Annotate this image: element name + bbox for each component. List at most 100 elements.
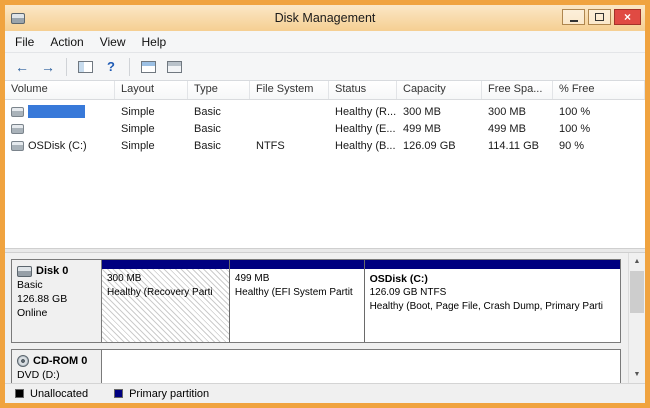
disk-0-partitions: 300 MB Healthy (Recovery Parti 499 MB He…	[102, 260, 620, 342]
partition-recovery[interactable]: 300 MB Healthy (Recovery Parti	[102, 260, 229, 342]
cd-icon	[17, 355, 29, 367]
free-space-cell: 114.11 GB	[482, 140, 553, 152]
status-cell: Healthy (E...	[329, 123, 397, 135]
volume-name-cell	[5, 105, 115, 118]
cdrom-media: DVD (D:)	[17, 369, 96, 383]
action-pane-button[interactable]	[163, 56, 185, 78]
pct-free-cell: 90 %	[553, 140, 645, 152]
scroll-down-button[interactable]: ▼	[629, 366, 645, 383]
cdrom-0-label[interactable]: CD-ROM 0 DVD (D:)	[12, 350, 102, 383]
primary-partition-swatch	[114, 389, 123, 398]
unallocated-swatch	[15, 389, 24, 398]
volume-name-cell: OSDisk (C:)	[5, 140, 115, 152]
scroll-up-button[interactable]: ▲	[629, 253, 645, 270]
vertical-scrollbar[interactable]: ▲ ▼	[628, 253, 645, 383]
status-cell: Healthy (R...	[329, 106, 397, 118]
column-header-layout[interactable]: Layout	[115, 81, 188, 99]
partition-info: OSDisk (C:) 126.09 GB NTFS Healthy (Boot…	[365, 269, 620, 342]
window-controls: ×	[562, 9, 641, 25]
forward-icon: →	[41, 60, 55, 74]
minimize-button[interactable]	[562, 9, 585, 25]
disk-management-window: Disk Management × File Action View Help …	[0, 0, 650, 408]
maximize-button[interactable]	[588, 9, 611, 25]
legend-bar: Unallocated Primary partition	[5, 383, 645, 403]
partition-info: 499 MB Healthy (EFI System Partit	[230, 269, 364, 342]
volume-row-osdisk[interactable]: OSDisk (C:) Simple Basic NTFS Healthy (B…	[5, 137, 645, 154]
disk-type: Basic	[17, 279, 96, 293]
volume-icon	[11, 107, 24, 117]
cdrom-0-partitions	[102, 350, 620, 383]
close-button[interactable]: ×	[614, 9, 641, 25]
disk-icon	[17, 266, 32, 277]
menu-help[interactable]: Help	[134, 33, 175, 51]
pct-free-cell: 100 %	[553, 106, 645, 118]
pct-free-cell: 100 %	[553, 123, 645, 135]
disk-0-row: Disk 0 Basic 126.88 GB Online 300 MB Hea…	[11, 259, 621, 343]
menu-action[interactable]: Action	[42, 33, 91, 51]
disk-view-button[interactable]	[137, 56, 159, 78]
column-header-volume[interactable]: Volume	[5, 81, 115, 99]
toolbar-separator	[66, 58, 67, 76]
back-icon: ←	[15, 60, 29, 74]
partition-size: 126.09 GB NTFS	[370, 286, 615, 300]
free-space-cell: 499 MB	[482, 123, 553, 135]
partition-status: Healthy (EFI System Partit	[235, 286, 359, 300]
free-space-cell: 300 MB	[482, 106, 553, 118]
cdrom-name: CD-ROM 0	[33, 354, 87, 368]
type-cell: Basic	[188, 123, 250, 135]
disk-view-icon	[141, 61, 156, 73]
back-button[interactable]: ←	[11, 56, 33, 78]
disk-size: 126.88 GB	[17, 293, 96, 307]
menubar: File Action View Help	[5, 31, 645, 53]
scroll-thumb[interactable]	[630, 271, 644, 313]
column-header-type[interactable]: Type	[188, 81, 250, 99]
graphical-view: Disk 0 Basic 126.88 GB Online 300 MB Hea…	[5, 253, 645, 383]
partition-color-bar	[102, 260, 229, 269]
help-button[interactable]: ?	[100, 56, 122, 78]
volume-icon	[11, 124, 24, 134]
menu-view[interactable]: View	[92, 33, 134, 51]
column-header-file-system[interactable]: File System	[250, 81, 329, 99]
help-icon: ?	[107, 60, 115, 73]
column-header-free-space[interactable]: Free Spa...	[482, 81, 553, 99]
partition-color-bar	[230, 260, 364, 269]
unallocated-label: Unallocated	[30, 388, 88, 400]
cdrom-0-row: CD-ROM 0 DVD (D:)	[11, 349, 621, 383]
partition-status: Healthy (Boot, Page File, Crash Dump, Pr…	[370, 300, 615, 314]
capacity-cell: 300 MB	[397, 106, 482, 118]
toolbar-separator	[129, 58, 130, 76]
console-tree-button[interactable]	[74, 56, 96, 78]
disk-0-label[interactable]: Disk 0 Basic 126.88 GB Online	[12, 260, 102, 342]
column-header-status[interactable]: Status	[329, 81, 397, 99]
console-tree-icon	[78, 61, 93, 73]
minimize-icon	[570, 20, 578, 22]
partition-osdisk[interactable]: OSDisk (C:) 126.09 GB NTFS Healthy (Boot…	[364, 260, 620, 342]
volume-name: OSDisk (C:)	[28, 140, 87, 152]
volume-table-header: Volume Layout Type File System Status Ca…	[5, 81, 645, 100]
capacity-cell: 126.09 GB	[397, 140, 482, 152]
app-icon[interactable]	[11, 13, 25, 24]
menu-file[interactable]: File	[7, 33, 42, 51]
volume-row-recovery[interactable]: Simple Basic Healthy (R... 300 MB 300 MB…	[5, 103, 645, 120]
capacity-cell: 499 MB	[397, 123, 482, 135]
partition-color-bar	[365, 260, 620, 269]
maximize-icon	[595, 13, 604, 21]
partition-status: Healthy (Recovery Parti	[107, 286, 224, 300]
type-cell: Basic	[188, 106, 250, 118]
action-pane-icon	[167, 61, 182, 73]
volume-row-efi[interactable]: Simple Basic Healthy (E... 499 MB 499 MB…	[5, 120, 645, 137]
layout-cell: Simple	[115, 123, 188, 135]
selection-highlight	[28, 105, 85, 118]
partition-efi[interactable]: 499 MB Healthy (EFI System Partit	[229, 260, 364, 342]
layout-cell: Simple	[115, 140, 188, 152]
forward-button[interactable]: →	[37, 56, 59, 78]
column-header-pct-free[interactable]: % Free	[553, 81, 645, 99]
volume-list: Simple Basic Healthy (R... 300 MB 300 MB…	[5, 100, 645, 248]
titlebar: Disk Management ×	[5, 5, 645, 31]
volume-name-cell	[5, 124, 115, 134]
type-cell: Basic	[188, 140, 250, 152]
layout-cell: Simple	[115, 106, 188, 118]
toolbar: ← → ?	[5, 53, 645, 81]
column-header-capacity[interactable]: Capacity	[397, 81, 482, 99]
partition-info: 300 MB Healthy (Recovery Parti	[102, 269, 229, 342]
